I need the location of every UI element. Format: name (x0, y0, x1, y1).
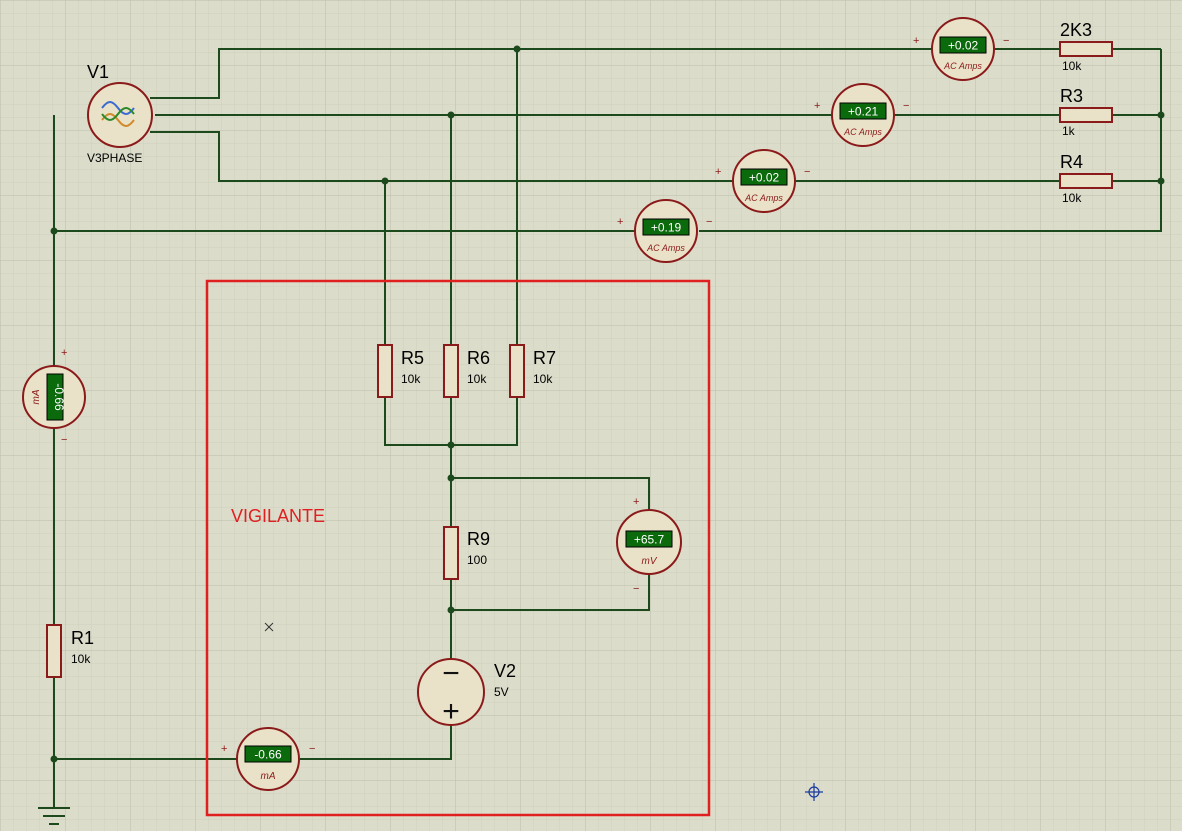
resistor-r9[interactable] (443, 526, 459, 580)
ma-meter-bottom-minus: − (309, 743, 315, 755)
v1-name: V1 (87, 62, 109, 82)
mv-meter-minus: − (633, 583, 639, 595)
v2-plus-symbol: + (442, 695, 460, 728)
ma-meter-bottom-unit: mA (261, 771, 276, 782)
ac-ammeter-4-plus: + (617, 216, 623, 228)
resistor-r9-value: 100 (467, 553, 487, 567)
v2-minus-symbol: − (442, 657, 460, 690)
ac-ammeter-3[interactable]: +0.02 AC Amps (732, 149, 796, 213)
ac-ammeter-4[interactable]: +0.19 AC Amps (634, 199, 698, 263)
ac-ammeter-1-plus: + (913, 35, 919, 47)
ma-meter-bottom-plus: + (221, 743, 227, 755)
v1-type: V3PHASE (87, 151, 142, 165)
resistor-2k3[interactable] (1059, 41, 1113, 57)
grid (0, 0, 1182, 831)
ma-meter-bottom[interactable]: -0.66 mA (236, 727, 300, 791)
ac-ammeter-2-unit: AC Amps (843, 127, 882, 137)
resistor-r9-name: R9 (467, 529, 490, 549)
mv-meter-unit: mV (642, 556, 658, 567)
resistor-r4-value: 10k (1062, 191, 1082, 205)
ac-ammeter-1[interactable]: +0.02 AC Amps (931, 17, 995, 81)
mv-meter[interactable]: +65.7 mV (616, 509, 682, 575)
ac-ammeter-2[interactable]: +0.21 AC Amps (831, 83, 895, 147)
ma-meter-left[interactable]: -0.66 mA (22, 365, 86, 429)
resistor-r7[interactable] (509, 344, 525, 398)
resistor-r3-value: 1k (1062, 124, 1076, 138)
ac-ammeter-2-reading: +0.21 (848, 105, 879, 119)
ma-meter-left-minus: − (61, 434, 67, 446)
ac-ammeter-4-reading: +0.19 (651, 221, 682, 235)
ma-meter-left-reading: -0.66 (52, 383, 66, 411)
resistor-2k3-name: 2K3 (1060, 20, 1092, 40)
v1-source[interactable] (87, 82, 153, 148)
resistor-r7-value: 10k (533, 372, 553, 386)
ac-ammeter-4-unit: AC Amps (646, 243, 685, 253)
ac-ammeter-3-plus: + (715, 166, 721, 178)
resistor-r6-name: R6 (467, 348, 490, 368)
resistor-2k3-value: 10k (1062, 59, 1082, 73)
resistor-r1-name: R1 (71, 628, 94, 648)
resistor-r6-value: 10k (467, 372, 487, 386)
mv-meter-reading: +65.7 (634, 533, 665, 547)
mv-meter-plus: + (633, 496, 639, 508)
vigilante-label: VIGILANTE (231, 506, 325, 526)
ac-ammeter-1-minus: − (1003, 35, 1009, 47)
resistor-r3[interactable] (1059, 107, 1113, 123)
ac-ammeter-2-minus: − (903, 100, 909, 112)
v2-name: V2 (494, 661, 516, 681)
ac-ammeter-3-unit: AC Amps (744, 193, 783, 203)
resistor-r5-name: R5 (401, 348, 424, 368)
schematic-canvas[interactable]: VIGILANTE V1 V3PHASE 2K3 10k R3 1k R4 10… (0, 0, 1182, 831)
ma-meter-left-unit: mA (31, 389, 42, 404)
ac-ammeter-2-plus: + (814, 100, 820, 112)
ac-ammeter-1-reading: +0.02 (948, 39, 979, 53)
ma-meter-bottom-reading: -0.66 (254, 748, 282, 762)
resistor-r5[interactable] (377, 344, 393, 398)
resistor-r7-name: R7 (533, 348, 556, 368)
resistor-r3-name: R3 (1060, 86, 1083, 106)
resistor-r1[interactable] (46, 624, 62, 678)
resistor-r1-value: 10k (71, 652, 91, 666)
resistor-r6[interactable] (443, 344, 459, 398)
resistor-r4[interactable] (1059, 173, 1113, 189)
ma-meter-left-plus: + (61, 347, 67, 359)
resistor-r5-value: 10k (401, 372, 421, 386)
resistor-r4-name: R4 (1060, 152, 1083, 172)
v2-value: 5V (494, 685, 509, 699)
ac-ammeter-3-reading: +0.02 (749, 171, 780, 185)
ac-ammeter-1-unit: AC Amps (943, 61, 982, 71)
ac-ammeter-4-minus: − (706, 216, 712, 228)
ac-ammeter-3-minus: − (804, 166, 810, 178)
